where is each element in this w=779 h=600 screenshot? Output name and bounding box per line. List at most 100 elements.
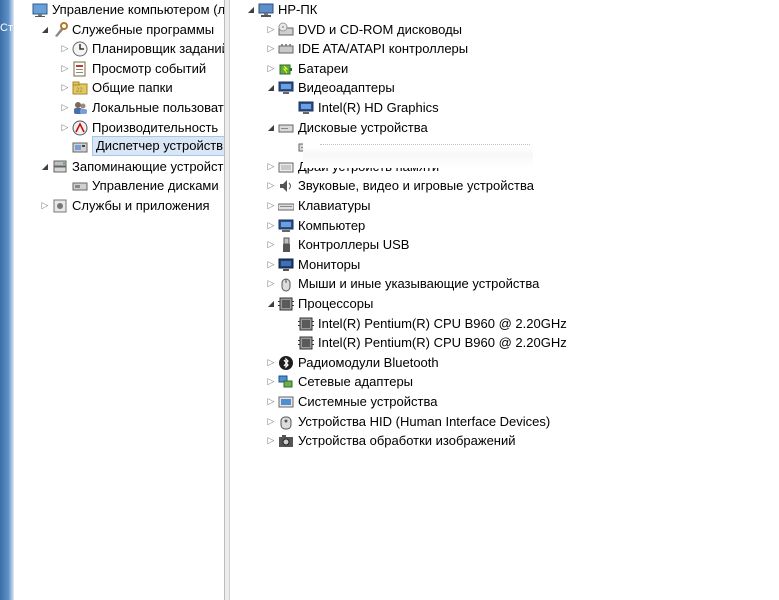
- collapse-arrow-icon[interactable]: ◢: [40, 20, 50, 39]
- tree-item-label: Управление дисками: [92, 178, 219, 194]
- tree-item-label: Звуковые, видео и игровые устройства: [298, 178, 534, 194]
- processor-icon: [298, 316, 314, 332]
- services-icon: [52, 198, 68, 214]
- collapse-arrow-icon[interactable]: ◢: [40, 157, 50, 176]
- tree-item-label: Батареи: [298, 60, 349, 76]
- collapse-arrow-icon[interactable]: ◢: [266, 118, 276, 137]
- console-tree-pane[interactable]: Управление компьютером (л ◢ Служебные прог…: [14, 0, 224, 600]
- expand-arrow-icon[interactable]: ▷: [266, 353, 276, 372]
- device-tree-pane[interactable]: ◢ HP-ПК ▷ DVD и CD-ROM дисководы ▷ IDE ATA/AT…: [230, 0, 779, 600]
- device-tree-item-intel-r-pentium-r-cpu-b960-2-20ghz[interactable]: Intel(R) Pentium(R) CPU B960 @ 2.20GHz: [230, 333, 779, 352]
- device-tree-item-батареи[interactable]: ▷ Батареи: [230, 59, 779, 78]
- collapse-arrow-icon[interactable]: ◢: [266, 294, 276, 313]
- tree-item-label: Intel(R) HD Graphics: [318, 100, 439, 115]
- device-tree-item-hp-пк[interactable]: ◢ HP-ПК: [230, 0, 779, 19]
- expand-arrow-icon[interactable]: ▷: [266, 412, 276, 431]
- left-tree-item-планировщик-заданий[interactable]: ▷ Планировщик заданий: [14, 39, 224, 58]
- device-tree-item-мыши-и-иные-указывающие-устройства[interactable]: ▷ Мыши и иные указывающие устройства: [230, 274, 779, 293]
- keyboard-icon: [278, 198, 294, 214]
- device-tree-item-системные-устройства[interactable]: ▷ Системные устройства: [230, 392, 779, 411]
- device-tree-item-видеоадаптеры[interactable]: ◢ Видеоадаптеры: [230, 78, 779, 97]
- left-tree-item-запоминающие-устройст[interactable]: ◢ Запоминающие устройст: [14, 157, 224, 176]
- device-tree-item-устройства-hid-human-interface-devices[interactable]: ▷ Устройства HID (Human Interface Devices…: [230, 412, 779, 431]
- device-tree-item-дисковые-устройства[interactable]: ◢ Дисковые устройства: [230, 118, 779, 137]
- network-adapter-icon: [278, 374, 294, 390]
- tree-item-label: Планировщик заданий: [92, 41, 224, 57]
- device-tree-item-сетевые-адаптеры[interactable]: ▷ Сетевые адаптеры: [230, 372, 779, 391]
- expand-arrow-icon[interactable]: ▷: [266, 216, 276, 235]
- tree-item-label: Компьютер: [298, 217, 366, 233]
- left-tree-item-просмотр-событий[interactable]: ▷ Просмотр событий: [14, 59, 224, 78]
- users-icon: [72, 100, 88, 116]
- device-tree-item-радиомодули-bluetooth[interactable]: ▷ Радиомодули Bluetooth: [230, 353, 779, 372]
- left-tree-item-службы-и-приложения[interactable]: ▷ Службы и приложения: [14, 196, 224, 215]
- computer-icon: [278, 218, 294, 234]
- collapse-arrow-icon[interactable]: ◢: [266, 78, 276, 97]
- device-manager-icon: [72, 139, 88, 155]
- expand-arrow-icon[interactable]: ▷: [266, 431, 276, 450]
- tree-item-label: Службы и приложения: [72, 198, 210, 213]
- expand-arrow-icon[interactable]: ▷: [266, 372, 276, 391]
- left-tree-item-производительность[interactable]: ▷ Производительность: [14, 118, 224, 137]
- left-tree-item-управление-дисками[interactable]: Управление дисками: [14, 176, 224, 195]
- mouse-icon: [278, 276, 294, 292]
- device-tree-item-компьютер[interactable]: ▷ Компьютер: [230, 216, 779, 235]
- tree-item-label: Устройства HID (Human Interface Devices): [298, 413, 551, 429]
- display-adapter-icon: [278, 80, 294, 96]
- tree-item-label: Производительность: [92, 119, 219, 135]
- expand-arrow-icon[interactable]: ▷: [266, 157, 276, 176]
- bluetooth-icon: [278, 355, 294, 371]
- disk-management-icon: [72, 178, 88, 194]
- expand-arrow-icon[interactable]: ▷: [266, 39, 276, 58]
- expand-arrow-icon[interactable]: ▷: [60, 59, 70, 78]
- expand-arrow-icon[interactable]: ▷: [40, 196, 50, 215]
- desktop-edge: Ст: [0, 0, 14, 600]
- expand-arrow-icon[interactable]: ▷: [266, 235, 276, 254]
- performance-icon: [72, 120, 88, 136]
- desktop-edge-text: Ст: [0, 22, 13, 34]
- expand-arrow-icon[interactable]: ▷: [60, 98, 70, 117]
- device-tree-item-звуковые-видео-и-игровые-устройства[interactable]: ▷ Звуковые, видео и игровые устройства: [230, 176, 779, 195]
- dvd-icon: [278, 22, 294, 38]
- tree-item-label: Дисковые устройства: [298, 119, 428, 135]
- tree-item-label: Устройства обработки изображений: [298, 433, 516, 449]
- storage-icon: [52, 159, 68, 175]
- device-tree-item-intel-r-pentium-r-cpu-b960-2-20ghz[interactable]: Intel(R) Pentium(R) CPU B960 @ 2.20GHz: [230, 314, 779, 333]
- tree-item-label: Служебные программы: [72, 21, 215, 37]
- device-tree-item-мониторы[interactable]: ▷ Мониторы: [230, 255, 779, 274]
- tree-item-label: Общие папки: [92, 80, 173, 96]
- memory-driver-icon: [278, 159, 294, 175]
- expand-arrow-icon[interactable]: ▷: [266, 392, 276, 411]
- expand-arrow-icon[interactable]: ▷: [266, 196, 276, 215]
- device-tree-item-intel-r-hd-graphics[interactable]: Intel(R) HD Graphics: [230, 98, 779, 117]
- imaging-icon: [278, 433, 294, 449]
- device-tree-item-контроллеры-usb[interactable]: ▷ Контроллеры USB: [230, 235, 779, 254]
- tree-item-label: Контроллеры USB: [298, 237, 410, 253]
- device-tree-item-ide-ata-atapi-контроллеры[interactable]: ▷ IDE ATA/ATAPI контроллеры: [230, 39, 779, 58]
- device-tree-item-клавиатуры[interactable]: ▷ Клавиатуры: [230, 196, 779, 215]
- tree-item-label: HP-ПК: [278, 2, 318, 17]
- expand-arrow-icon[interactable]: ▷: [266, 274, 276, 293]
- left-tree-item-диспетчер-устройств[interactable]: Диспетчер устройств: [14, 136, 224, 157]
- tree-item-label: Сетевые адаптеры: [298, 374, 414, 390]
- collapse-arrow-icon[interactable]: ◢: [246, 0, 256, 19]
- display-adapter-icon: [298, 100, 314, 116]
- left-tree-item-управление-компьютером-л[interactable]: Управление компьютером (л: [14, 0, 224, 19]
- expand-arrow-icon[interactable]: ▷: [60, 118, 70, 137]
- tree-item-label: Радиомодули Bluetooth: [298, 354, 439, 370]
- device-tree-item-процессоры[interactable]: ◢ Процессоры: [230, 294, 779, 313]
- expand-arrow-icon[interactable]: ▷: [266, 255, 276, 274]
- left-tree-item-общие-папки[interactable]: ▷ 22 Общие папки: [14, 78, 224, 97]
- expand-arrow-icon[interactable]: ▷: [60, 39, 70, 58]
- expand-arrow-icon[interactable]: ▷: [266, 176, 276, 195]
- tree-item-label: Мыши и иные указывающие устройства: [298, 276, 540, 292]
- svg-text:22: 22: [76, 88, 83, 94]
- device-tree-item-dvd-и-cd-rom-дисководы[interactable]: ▷ DVD и CD-ROM дисководы: [230, 20, 779, 39]
- expand-arrow-icon[interactable]: ▷: [266, 59, 276, 78]
- left-tree-item-служебные-программы[interactable]: ◢ Служебные программы: [14, 20, 224, 39]
- expand-arrow-icon[interactable]: ▷: [60, 78, 70, 97]
- tools-icon: [52, 21, 68, 38]
- left-tree-item-локальные-пользовате[interactable]: ▷ Локальные пользовате: [14, 98, 224, 117]
- expand-arrow-icon[interactable]: ▷: [266, 20, 276, 39]
- device-tree-item-устройства-обработки-изображений[interactable]: ▷ Устройства обработки изображений: [230, 431, 779, 450]
